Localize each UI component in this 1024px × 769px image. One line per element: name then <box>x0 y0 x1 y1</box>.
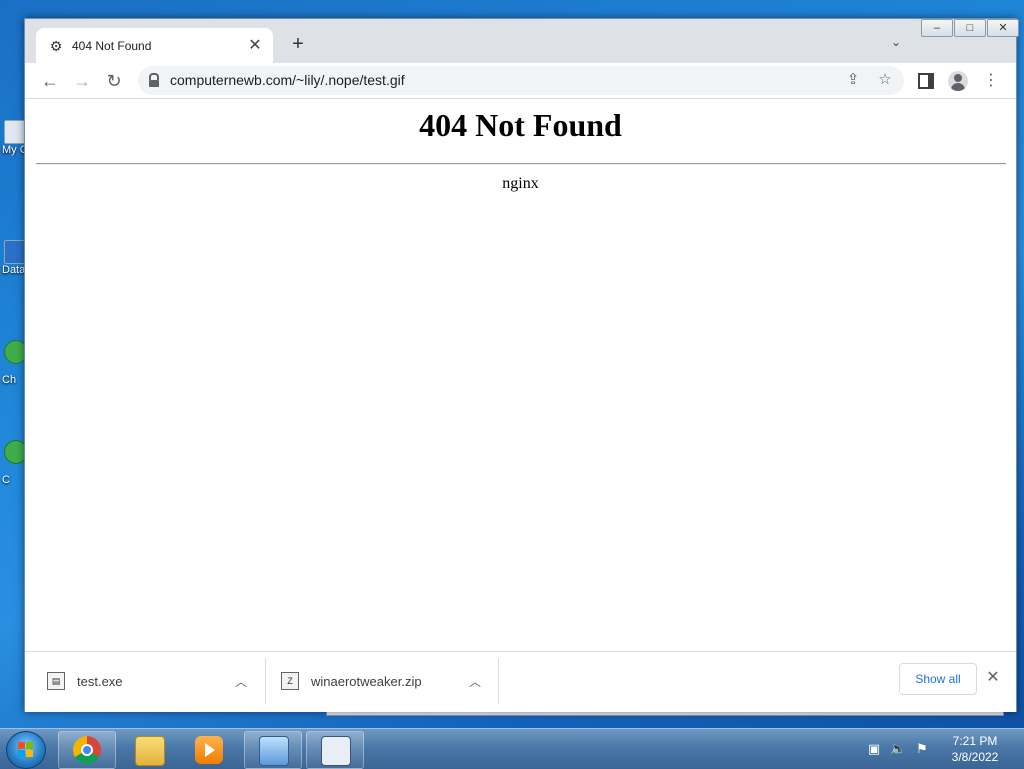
desktop-icon-data[interactable]: Data <box>0 240 26 276</box>
close-downloads-icon[interactable]: ✕ <box>983 668 1003 688</box>
reload-button[interactable]: ↻ <box>101 68 127 94</box>
desktop-icon-label: Ch <box>2 374 17 386</box>
side-panel-button[interactable] <box>913 68 939 94</box>
taskbar-control-panel[interactable] <box>244 731 302 769</box>
new-tab-button[interactable]: + <box>287 33 309 55</box>
desktop-icon-label: C <box>2 474 10 486</box>
control-panel-icon <box>259 736 289 766</box>
tab-strip: ⚙ 404 Not Found ✕ + ⌄ – □ ✕ <box>25 19 1019 63</box>
server-name: nginx <box>502 175 539 192</box>
profile-button[interactable] <box>945 68 971 94</box>
computer-icon <box>4 120 26 144</box>
bookmark-star-icon[interactable]: ☆ <box>874 69 896 91</box>
divider <box>265 658 266 704</box>
zip-file-icon: Z <box>281 672 299 690</box>
desktop-icon-chrome-2[interactable]: C <box>0 440 26 486</box>
avatar-icon <box>948 71 968 91</box>
browser-window: ⚙ 404 Not Found ✕ + ⌄ – □ ✕ ← → ↻ comput… <box>24 18 1019 712</box>
chrome-shortcut-icon <box>4 340 26 364</box>
download-item[interactable]: Z winaerotweaker.zip ︿ <box>281 660 491 702</box>
show-all-button[interactable]: Show all <box>899 663 977 695</box>
desktop-icon-chrome[interactable]: Ch <box>0 340 26 386</box>
download-filename: winaerotweaker.zip <box>311 673 422 689</box>
forward-button[interactable]: → <box>69 68 95 94</box>
divider <box>498 658 499 704</box>
desktop-icon-label: Data <box>2 264 26 276</box>
media-player-icon <box>195 736 223 764</box>
chevron-up-icon[interactable]: ︿ <box>235 673 247 690</box>
tab-search-chevron-icon[interactable]: ⌄ <box>887 35 905 53</box>
menu-kebab-icon[interactable]: ⋮ <box>978 68 1004 94</box>
back-button[interactable]: ← <box>37 68 63 94</box>
download-item[interactable]: ▤ test.exe ︿ <box>47 660 257 702</box>
tab-close-icon[interactable]: ✕ <box>245 36 265 56</box>
desktop-icon-computer[interactable]: My C <box>0 120 26 156</box>
taskbar-explorer[interactable] <box>120 731 178 769</box>
action-center-icon[interactable]: ⚑ <box>914 741 930 757</box>
page-heading: 404 Not Found <box>419 107 622 143</box>
chrome-shortcut-icon <box>4 440 26 464</box>
start-button[interactable] <box>6 731 46 769</box>
lock-icon[interactable] <box>149 73 159 87</box>
app-window-icon <box>321 736 351 766</box>
taskbar-media-player[interactable] <box>180 731 238 769</box>
taskbar-app[interactable] <box>306 731 364 769</box>
maximize-button[interactable]: □ <box>954 19 986 37</box>
windows-logo-icon <box>18 742 34 758</box>
clock[interactable]: 7:21 PM 3/8/2022 <box>940 733 1010 765</box>
close-window-button[interactable]: ✕ <box>987 19 1019 37</box>
side-panel-icon <box>918 73 934 89</box>
chevron-up-icon[interactable]: ︿ <box>469 673 481 690</box>
shortcut-icon <box>4 240 26 264</box>
browser-toolbar: ← → ↻ computernewb.com/~lily/.nope/test.… <box>25 63 1016 99</box>
page-content: 404 Not Found nginx <box>25 99 1016 651</box>
tab-title: 404 Not Found <box>72 38 152 53</box>
divider <box>36 163 1006 165</box>
window-controls: – □ ✕ <box>920 19 1019 37</box>
tab-active[interactable]: ⚙ 404 Not Found ✕ <box>36 28 273 63</box>
exe-file-icon: ▤ <box>47 672 65 690</box>
download-filename: test.exe <box>77 673 123 689</box>
desktop-icon-label: My C <box>2 144 26 156</box>
clock-date: 3/8/2022 <box>951 750 999 764</box>
taskbar: ▣ 🔈 ⚑ 7:21 PM 3/8/2022 <box>0 728 1024 769</box>
share-icon[interactable]: ⇪ <box>842 69 864 91</box>
taskbar-chrome[interactable] <box>58 731 116 769</box>
page-favicon-icon: ⚙ <box>49 37 63 54</box>
folder-icon <box>135 736 165 766</box>
volume-icon[interactable]: 🔈 <box>890 741 906 757</box>
minimize-button[interactable]: – <box>921 19 953 37</box>
clock-time: 7:21 PM <box>952 734 998 748</box>
download-shelf: ▤ test.exe ︿ Z winaerotweaker.zip ︿ Show… <box>25 651 1016 712</box>
chrome-icon <box>73 736 101 764</box>
network-icon[interactable]: ▣ <box>866 741 882 757</box>
url-text[interactable]: computernewb.com/~lily/.nope/test.gif <box>170 72 405 88</box>
address-bar[interactable]: computernewb.com/~lily/.nope/test.gif ⇪ … <box>138 66 904 95</box>
